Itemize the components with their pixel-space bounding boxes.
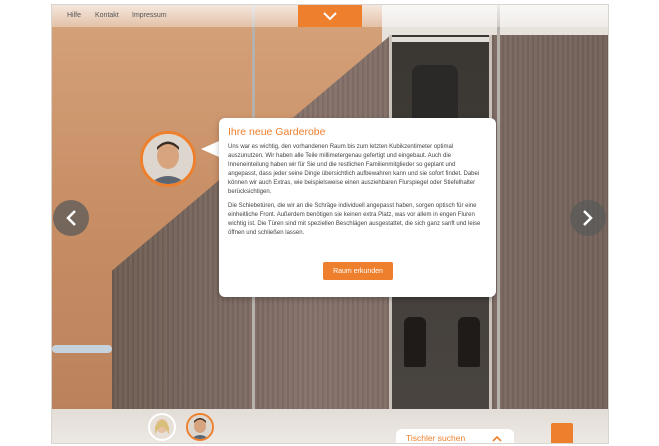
avatar-portrait bbox=[143, 134, 193, 184]
shelf bbox=[392, 37, 489, 42]
find-carpenter-tab[interactable]: Tischler suchen bbox=[396, 429, 514, 443]
persona-thumbnail-woman[interactable] bbox=[148, 413, 176, 441]
info-card: Ihre neue Garderobe Uns war es wichtig, … bbox=[219, 118, 496, 297]
speech-bubble-tail bbox=[201, 141, 219, 157]
nav-link-kontakt[interactable]: Kontakt bbox=[95, 12, 119, 19]
chevron-down-icon bbox=[323, 11, 337, 20]
viewer-frame: Hilfe Kontakt Impressum Ihre neue Garder… bbox=[51, 4, 609, 444]
nav-link-hilfe[interactable]: Hilfe bbox=[67, 12, 81, 19]
card-paragraph: Uns war es wichtig, den vorhandenen Raum… bbox=[228, 144, 480, 196]
avatar-portrait bbox=[150, 415, 174, 439]
brand-logo[interactable] bbox=[551, 423, 573, 443]
previous-arrow-button[interactable] bbox=[53, 200, 89, 236]
avatar-portrait bbox=[188, 415, 212, 439]
chevron-right-icon bbox=[583, 210, 593, 226]
scene-floor bbox=[52, 409, 608, 443]
chevron-left-icon bbox=[66, 210, 76, 226]
boot bbox=[404, 317, 426, 367]
nav-link-impressum[interactable]: Impressum bbox=[132, 12, 167, 19]
persona-thumbnail-man[interactable] bbox=[186, 413, 214, 441]
door-edge bbox=[497, 5, 500, 443]
card-paragraph: Die Schiebetüren, die wir an die Schräge… bbox=[228, 202, 481, 236]
card-title: Ihre neue Garderobe bbox=[228, 126, 326, 138]
carpenter-avatar bbox=[140, 131, 196, 187]
explore-room-button[interactable]: Raum erkunden bbox=[323, 262, 393, 280]
stool bbox=[52, 345, 112, 353]
chevron-up-icon bbox=[492, 435, 502, 442]
menu-toggle-button[interactable] bbox=[298, 5, 362, 27]
top-navigation: Hilfe Kontakt Impressum bbox=[52, 5, 608, 27]
next-arrow-button[interactable] bbox=[570, 200, 606, 236]
find-carpenter-label: Tischler suchen bbox=[406, 433, 466, 443]
boot bbox=[458, 317, 480, 367]
